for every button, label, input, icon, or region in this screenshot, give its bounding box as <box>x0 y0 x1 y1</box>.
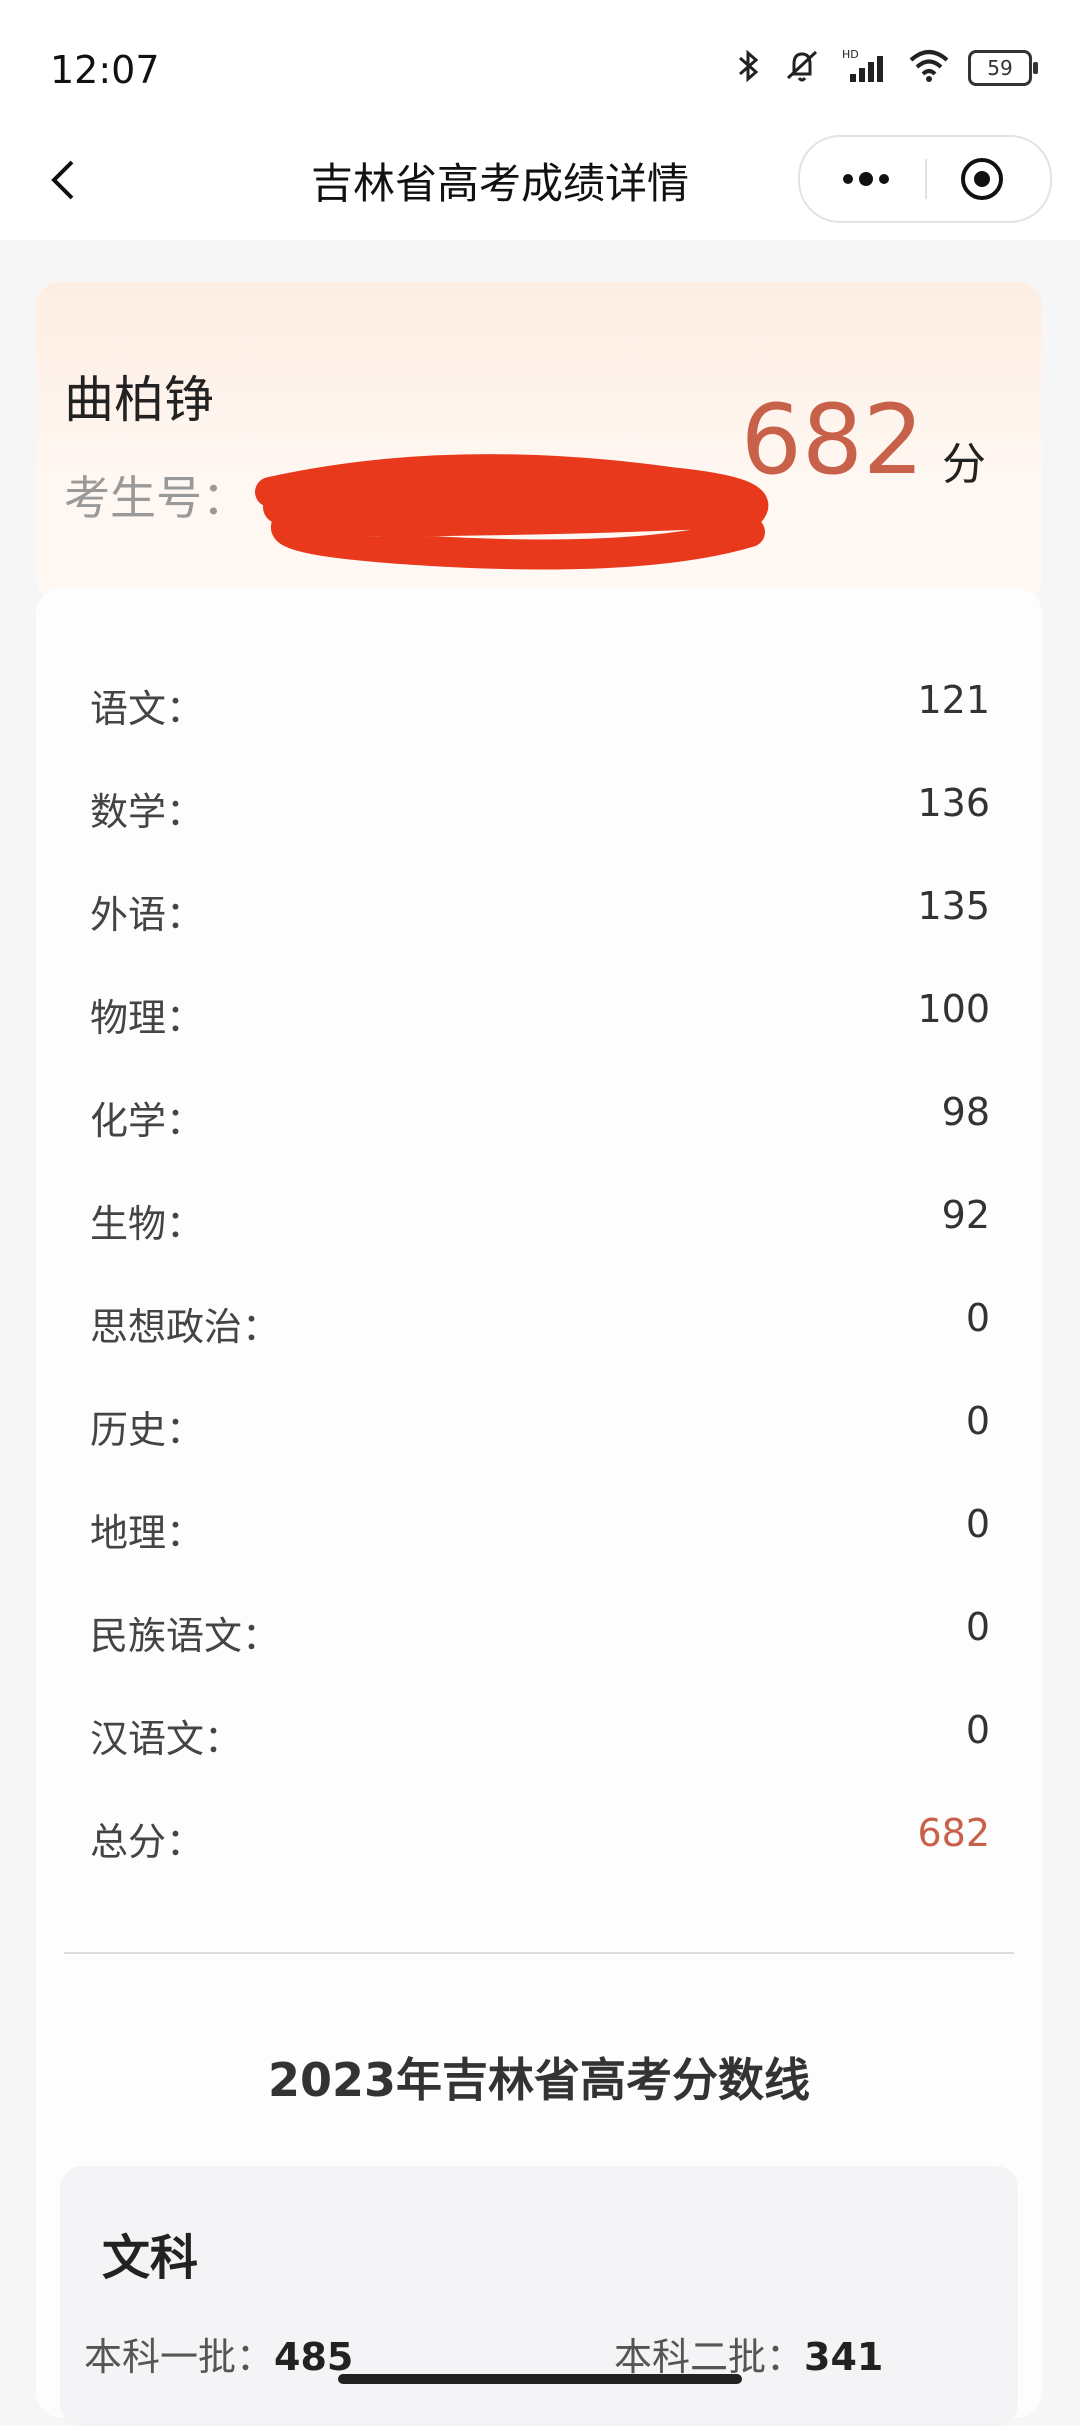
subject-row: 汉语文： 0 <box>90 1708 990 1768</box>
total-label: 总分： <box>90 1820 205 1864</box>
subject-label: 语文： <box>90 687 205 731</box>
subject-score: 92 <box>941 1193 990 1237</box>
score-line-title: 2023年吉林省高考分数线 <box>267 2053 811 2107</box>
batch1-label: 本科一批： <box>84 2335 275 2379</box>
subject-score: 98 <box>941 1090 990 1134</box>
status-icons: HD 59 <box>734 44 1038 92</box>
subject-score: 135 <box>917 884 990 928</box>
batch1-line: 本科一批：485 <box>84 2326 353 2381</box>
score-line-category: 文科 <box>102 2230 199 2286</box>
subject-row: 生物： 92 <box>90 1193 990 1253</box>
score-header-card: 曲柏铮 考生号： 682 分 <box>36 282 1042 602</box>
student-name: 曲柏铮 <box>64 371 214 429</box>
subject-scores-card: 语文： 121 数学： 136 外语： 135 物理： 100 化学： 98 生… <box>36 588 1042 2426</box>
subject-label: 外语： <box>90 893 205 937</box>
battery-icon: 59 <box>968 50 1038 86</box>
subject-score: 136 <box>917 781 990 825</box>
subject-score: 121 <box>917 678 990 722</box>
redaction-scribble <box>255 454 769 570</box>
capsule-divider <box>925 159 927 199</box>
subject-label: 数学： <box>90 790 205 834</box>
score-line-card: 文科 本科一批：485 本科二批：341 <box>60 2166 1018 2426</box>
hd-signal-icon: HD <box>840 46 890 90</box>
subject-label: 物理： <box>90 996 205 1040</box>
subject-label: 民族语文： <box>90 1614 281 1658</box>
svg-text:HD: HD <box>842 48 859 61</box>
subject-label: 汉语文： <box>90 1717 243 1761</box>
nav-bar: 吉林省高考成绩详情 <box>0 120 1080 240</box>
subject-row: 地理： 0 <box>90 1502 990 1562</box>
subject-score: 0 <box>965 1399 990 1443</box>
more-dots-icon <box>843 172 889 186</box>
subject-row: 外语： 135 <box>90 884 990 944</box>
subject-score: 100 <box>917 987 990 1031</box>
subject-label: 思想政治： <box>90 1305 281 1349</box>
status-time: 12:07 <box>50 48 160 92</box>
more-button[interactable] <box>826 137 906 221</box>
wifi-icon <box>908 48 950 88</box>
subject-label: 地理： <box>90 1511 205 1555</box>
subject-row: 数学： 136 <box>90 781 990 841</box>
section-divider <box>64 1952 1014 1954</box>
batch2-line: 本科二批：341 <box>614 2326 883 2381</box>
total-score-row: 总分： 682 <box>90 1811 990 1871</box>
subject-score: 0 <box>965 1605 990 1649</box>
bluetooth-icon <box>734 48 764 88</box>
batch1-score: 485 <box>274 2335 354 2379</box>
subject-row: 语文： 121 <box>90 678 990 738</box>
subject-score: 0 <box>965 1502 990 1546</box>
subject-score: 0 <box>965 1708 990 1752</box>
mute-icon <box>782 46 822 90</box>
total-score-value: 682 <box>917 1811 990 1855</box>
mini-program-capsule <box>798 135 1052 223</box>
subject-label: 历史： <box>90 1408 205 1452</box>
subject-label: 生物： <box>90 1202 205 1246</box>
status-bar: 12:07 HD 59 <box>0 0 1080 140</box>
batch2-label: 本科二批： <box>614 2335 805 2379</box>
subject-row: 民族语文： 0 <box>90 1605 990 1665</box>
subject-row: 思想政治： 0 <box>90 1296 990 1356</box>
subject-row: 化学： 98 <box>90 1090 990 1150</box>
exam-id-label: 考生号： <box>64 471 248 525</box>
home-indicator[interactable] <box>338 2374 742 2384</box>
target-circle-icon <box>961 158 1003 200</box>
subject-label: 化学： <box>90 1099 205 1143</box>
subject-score: 0 <box>965 1296 990 1340</box>
total-score-display: 682 <box>740 384 924 496</box>
score-unit: 分 <box>942 439 986 490</box>
subject-row: 历史： 0 <box>90 1399 990 1459</box>
subject-row: 物理： 100 <box>90 987 990 1047</box>
close-mini-program-button[interactable] <box>958 155 1006 203</box>
batch2-score: 341 <box>804 2335 884 2379</box>
